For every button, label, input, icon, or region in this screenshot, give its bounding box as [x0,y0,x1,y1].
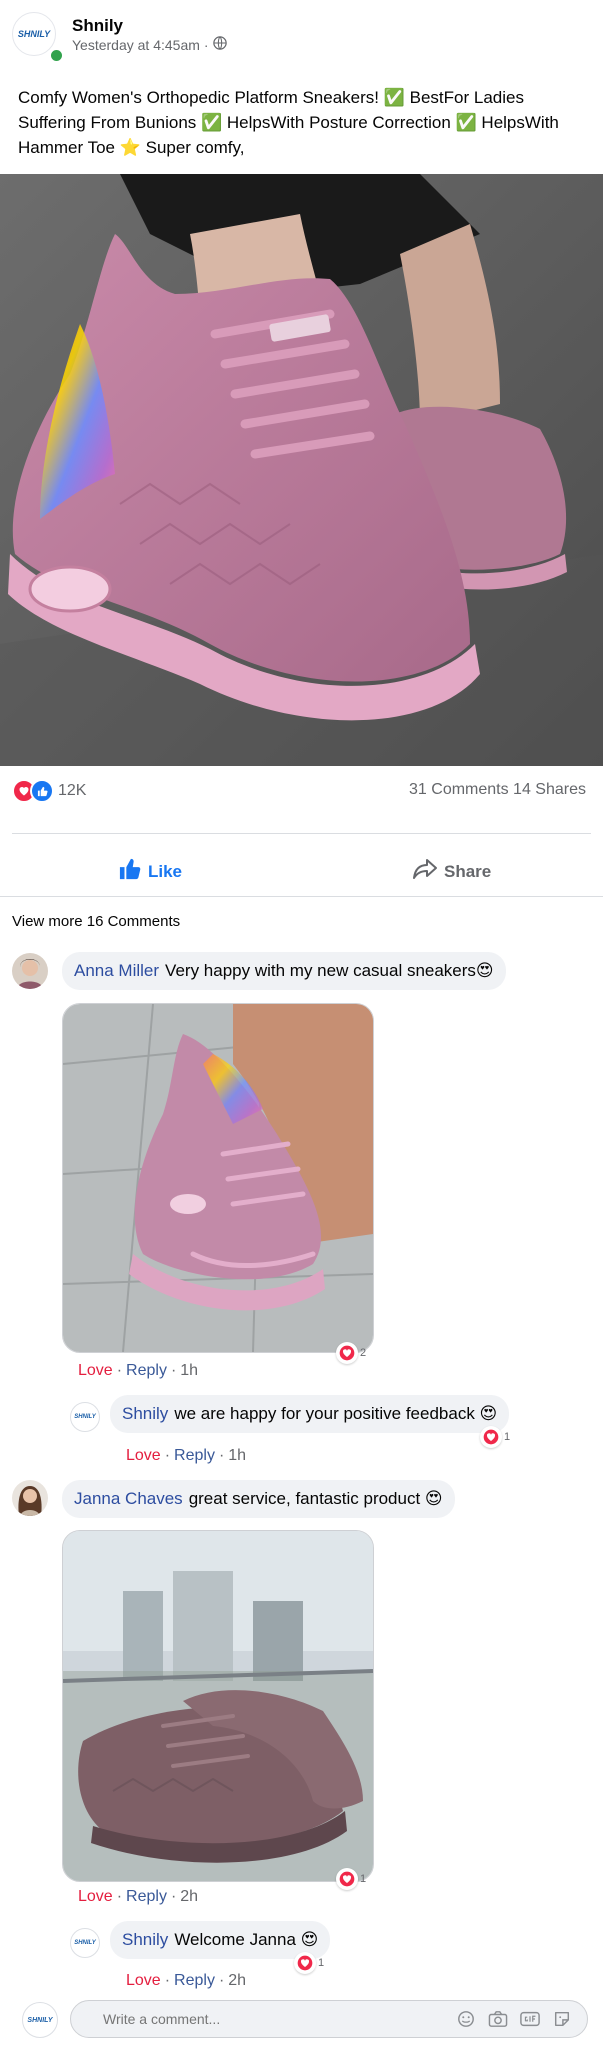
comment-text: Welcome Janna 😍 [174,1930,319,1949]
gif-icon[interactable] [519,2008,541,2030]
share-button[interactable]: Share [412,858,491,885]
like-button[interactable]: Like [118,858,182,885]
comment-author[interactable]: Shnily [122,1930,168,1949]
like-label: Like [148,861,183,881]
like-reaction-icon [30,779,54,803]
avatar[interactable] [12,953,48,989]
comment-actions: Love · Reply · 1h [78,1362,199,1380]
comment-actions: Love · Reply · 2h [126,1972,247,1990]
share-arrow-icon [412,858,438,885]
reaction-summary[interactable]: 12K [12,779,86,803]
reply-link[interactable]: Reply [174,1447,215,1465]
comment-reaction-badge[interactable]: 1 [294,1952,324,1974]
view-more-comments-link[interactable]: View more 16 Comments [12,913,180,930]
comment-time[interactable]: 1h [180,1362,198,1380]
avatar[interactable] [12,1480,48,1516]
comment-time[interactable]: 2h [228,1972,246,1990]
post-text: Comfy Women's Orthopedic Platform Sneake… [18,88,559,157]
comment-time[interactable]: 2h [180,1888,198,1906]
post-image[interactable] [0,174,603,766]
emoji-icon[interactable] [455,2008,477,2030]
reply-bubble: Shnily we are happy for your positive fee… [110,1395,510,1433]
divider [12,833,591,834]
sticker-icon[interactable] [551,2008,573,2030]
comment-reaction-badge[interactable]: 2 [336,1342,366,1364]
reaction-count: 2 [360,1347,367,1359]
page-avatar[interactable]: SHNILY [70,1928,100,1958]
divider [0,896,603,897]
share-label: Share [444,861,492,881]
comment-input[interactable] [101,2010,455,2028]
meta-separator: · [203,36,209,53]
post-meta: Yesterday at 4:45am · [72,36,227,53]
page-name[interactable]: Shnily [72,16,123,36]
comment-time[interactable]: 1h [228,1447,246,1465]
comment-text: Very happy with my new casual sneakers😍 [165,961,494,980]
page-logo-text: SHNILY [27,2016,53,2024]
reaction-count: 1 [504,1431,511,1443]
reply-link[interactable]: Reply [126,1362,167,1380]
love-reaction-icon [294,1952,316,1974]
comment-actions: Love · Reply · 2h [78,1888,199,1906]
page-logo-text: SHNILY [17,29,51,39]
love-reaction-icon [336,1342,358,1364]
page-logo-text: SHNILY [74,1940,96,1946]
comment-text: great service, fantastic product 😍 [188,1489,443,1508]
reactions-count: 12K [58,782,87,799]
comment-author[interactable]: Shnily [122,1404,168,1423]
globe-icon [212,36,227,53]
comment-reaction-badge[interactable]: 1 [480,1426,510,1448]
comment-actions: Love · Reply · 1h [126,1447,247,1465]
love-reaction-icon [480,1426,502,1448]
comment-photo[interactable] [62,1530,374,1882]
reply-link[interactable]: Reply [126,1888,167,1906]
comment-author[interactable]: Janna Chaves [74,1489,183,1508]
page-avatar[interactable]: SHNILY [12,12,56,56]
comments-shares-count[interactable]: 31 Comments 14 Shares [409,781,586,799]
comment-author[interactable]: Anna Miller [74,961,159,980]
love-reaction-icon [336,1868,358,1890]
page-logo-text: SHNILY [74,1414,96,1420]
online-status-dot [49,48,64,63]
comment-photo[interactable] [62,1003,374,1353]
comment-text: we are happy for your positive feedback … [174,1404,498,1423]
comment-bubble: Janna Chaves great service, fantastic pro… [62,1480,455,1518]
love-link[interactable]: Love [78,1888,113,1906]
comment-reaction-badge[interactable]: 1 [336,1868,366,1890]
comment-composer[interactable] [70,2000,588,2038]
camera-icon[interactable] [487,2008,509,2030]
comment-bubble: Anna Miller Very happy with my new casual… [62,952,506,990]
love-link[interactable]: Love [126,1447,161,1465]
reaction-count: 1 [360,1873,367,1885]
love-link[interactable]: Love [78,1362,113,1380]
post-timestamp[interactable]: Yesterday at 4:45am [72,37,200,53]
reaction-count: 1 [318,1957,325,1969]
composer-icons [455,2008,573,2030]
page-avatar[interactable]: SHNILY [70,1402,100,1432]
thumbs-up-icon [118,858,142,885]
love-link[interactable]: Love [126,1972,161,1990]
reply-link[interactable]: Reply [174,1972,215,1990]
page-avatar[interactable]: SHNILY [22,2002,58,2038]
